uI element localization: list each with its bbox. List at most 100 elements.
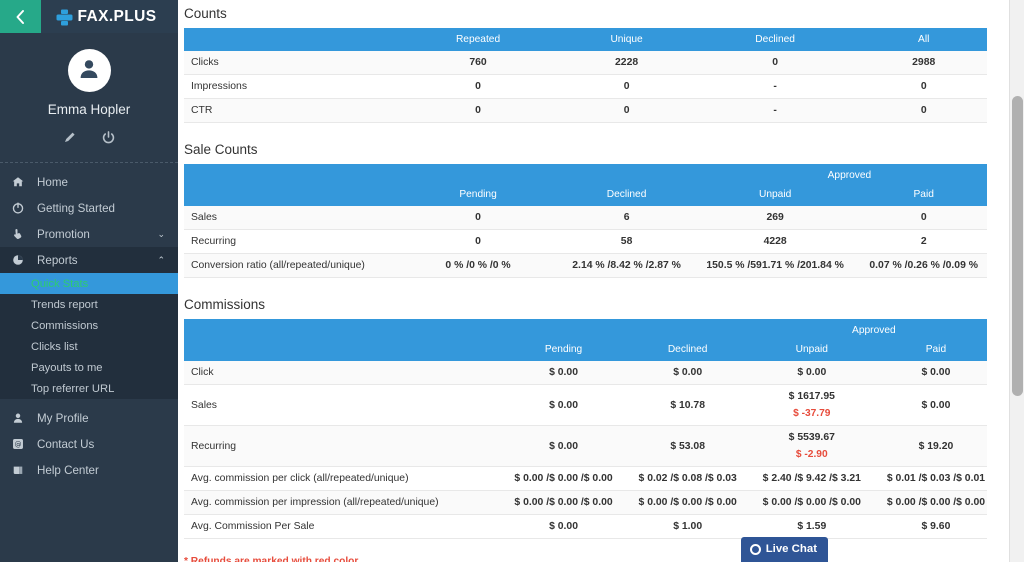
row-label: Sales: [184, 384, 502, 426]
user-name: Emma Hopler: [47, 102, 131, 117]
cell-value: 2: [849, 229, 998, 254]
table-row: Click $ 0.00 $ 0.00 $ 0.00 $ 0.00: [184, 361, 998, 385]
cell-value: $ 9.60: [873, 514, 998, 539]
commissions-table: Pending Declined Approved Unpaid Paid Cl…: [184, 319, 998, 539]
table-footnotes: * Refunds are marked with red color ** C…: [184, 554, 998, 562]
cell-value: $ 0.00: [749, 361, 874, 385]
cell-value: $ 19.20: [873, 425, 998, 467]
column-header-paid[interactable]: Paid: [849, 183, 998, 206]
submenu-label: Top referrer URL: [31, 382, 115, 395]
cell-value: $ 0.00: [501, 425, 626, 467]
cell-value: $ 0.00 /$ 0.00 /$ 0.00: [501, 466, 626, 491]
user-profile: Emma Hopler: [0, 33, 178, 162]
sidebar-item-home[interactable]: Home: [0, 169, 178, 195]
sidebar-item-commissions[interactable]: Commissions: [0, 315, 178, 336]
column-header: [184, 319, 502, 361]
profile-actions: [0, 131, 178, 162]
cell-value: 6: [552, 206, 701, 230]
column-header-unpaid[interactable]: Unpaid: [700, 183, 850, 206]
cell-value: $ 0.00: [873, 384, 998, 426]
brand-name: FAX.PLUS: [77, 7, 157, 25]
column-header-declined[interactable]: Declined: [552, 164, 701, 206]
book-icon: [12, 464, 30, 476]
submenu-label: Commissions: [31, 319, 99, 332]
sidebar-header: FAX.PLUS: [0, 0, 178, 33]
cell-value: $ 10.78: [625, 384, 750, 426]
sidebar-item-contact-us[interactable]: @ Contact Us: [0, 431, 178, 457]
live-chat-button[interactable]: Live Chat: [740, 537, 828, 562]
cell-value: 150.5 % /591.71 % /201.84 %: [700, 253, 850, 278]
pencil-icon[interactable]: [63, 131, 76, 149]
row-label: Recurring: [184, 425, 502, 467]
sidebar-item-promotion[interactable]: Promotion ⌄: [0, 221, 178, 247]
sidebar-item-label: Reports: [37, 253, 78, 267]
brand[interactable]: FAX.PLUS: [41, 0, 178, 33]
vertical-scrollbar[interactable]: [1009, 0, 1024, 562]
table-header-row: Repeated Unique Declined All: [184, 28, 998, 51]
cell-value: 269: [700, 206, 850, 230]
sidebar-item-clicks-list[interactable]: Clicks list: [0, 336, 178, 357]
cell-value: -: [700, 98, 850, 123]
cell-value: 58: [552, 229, 701, 254]
table-row: Conversion ratio (all/repeated/unique) 0…: [184, 253, 998, 278]
home-icon: [12, 176, 30, 188]
sidebar-item-label: Home: [37, 175, 68, 189]
column-header-pending[interactable]: Pending: [501, 319, 626, 361]
power-icon[interactable]: [102, 131, 115, 149]
user-avatar-icon: [76, 55, 102, 86]
column-header-declined[interactable]: Declined: [625, 319, 750, 361]
column-group-approved: Approved: [749, 319, 998, 338]
column-header-all[interactable]: All: [849, 28, 998, 51]
sidebar-item-help-center[interactable]: Help Center: [0, 457, 178, 483]
cell-value: 0.07 % /0.26 % /0.09 %: [849, 253, 998, 278]
cell-value: 0: [700, 51, 850, 75]
chevron-up-icon: ⌃: [157, 254, 165, 265]
column-header-declined[interactable]: Declined: [700, 28, 850, 51]
cell-value: $ 1.00: [625, 514, 750, 539]
table-row: Recurring 0 58 4228 2: [184, 229, 998, 254]
cell-value: $ 1617.95 $ -37.79: [749, 384, 874, 426]
cell-refund-amount: $ -37.79: [793, 408, 831, 419]
column-header-unique[interactable]: Unique: [552, 28, 701, 51]
cell-value: 0: [403, 74, 553, 99]
sidebar-item-getting-started[interactable]: Getting Started: [0, 195, 178, 221]
sidebar-item-quick-stats[interactable]: Quick Stats: [0, 273, 178, 294]
column-header-pending[interactable]: Pending: [403, 164, 553, 206]
sidebar-item-my-profile[interactable]: My Profile: [0, 405, 178, 431]
sidebar-item-payouts-to-me[interactable]: Payouts to me: [0, 357, 178, 378]
cell-value: $ 2.40 /$ 9.42 /$ 3.21: [749, 466, 874, 491]
scrollbar-thumb[interactable]: [1012, 96, 1023, 396]
cell-value: 0: [403, 206, 553, 230]
avatar[interactable]: [67, 49, 111, 92]
sale-counts-table: Pending Declined Approved Unpaid Paid Sa…: [184, 164, 998, 278]
user-icon: [12, 412, 30, 424]
cell-value: $ 0.00 /$ 0.00 /$ 0.00: [873, 490, 998, 515]
table-row: Sales $ 0.00 $ 10.78 $ 1617.95 $ -37.79 …: [184, 384, 998, 426]
cell-amount: $ 1617.95: [788, 391, 835, 402]
row-label: Impressions: [184, 74, 404, 99]
table-row: Sales 0 6 269 0: [184, 206, 998, 230]
svg-text:@: @: [15, 441, 22, 449]
cell-value: 4228: [700, 229, 850, 254]
cell-value: 760: [403, 51, 553, 75]
cell-value: 0 % /0 % /0 %: [403, 253, 553, 278]
cell-value: $ 0.00 /$ 0.00 /$ 0.00: [749, 490, 874, 515]
content-right-padding: [987, 0, 1009, 562]
sidebar-item-label: Contact Us: [37, 437, 95, 451]
cell-value: 0: [552, 98, 701, 123]
sidebar-item-trends-report[interactable]: Trends report: [0, 294, 178, 315]
row-label: CTR: [184, 98, 404, 123]
column-header-unpaid[interactable]: Unpaid: [749, 338, 874, 361]
sidebar-item-top-referrer-url[interactable]: Top referrer URL: [0, 378, 178, 399]
app-root: FAX.PLUS Emma Hopler Home Getting Starte…: [0, 0, 1024, 562]
column-header-repeated[interactable]: Repeated: [403, 28, 553, 51]
cell-value: 2988: [849, 51, 998, 75]
cell-value: $ 0.00 /$ 0.00 /$ 0.00: [625, 490, 750, 515]
cell-value: 0: [849, 74, 998, 99]
cell-value: -: [700, 74, 850, 99]
sidebar-item-reports[interactable]: Reports ⌃: [0, 247, 178, 273]
sidebar-nav-lower: My Profile @ Contact Us Help Center: [0, 399, 178, 483]
column-header-paid[interactable]: Paid: [873, 338, 998, 361]
pie-chart-icon: [12, 254, 30, 266]
back-button[interactable]: [0, 0, 41, 33]
